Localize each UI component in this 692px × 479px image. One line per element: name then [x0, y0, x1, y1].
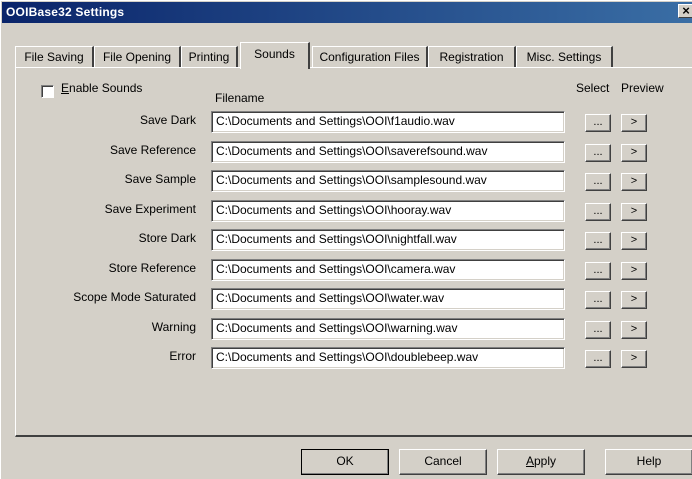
select-button-save-reference[interactable]: ...: [585, 144, 611, 162]
label-save-experiment: Save Experiment: [104, 202, 196, 216]
apply-button[interactable]: Apply: [497, 449, 585, 475]
filename-field-scope-mode-saturated[interactable]: C:\Documents and Settings\OOI\water.wav: [211, 288, 565, 310]
filename-field-store-dark[interactable]: C:\Documents and Settings\OOI\nightfall.…: [211, 229, 565, 251]
tab-sounds[interactable]: Sounds: [240, 42, 310, 69]
tab-printing[interactable]: Printing: [181, 46, 238, 67]
preview-button-save-experiment[interactable]: >: [621, 203, 647, 221]
tab-file-opening[interactable]: File Opening: [94, 46, 181, 67]
select-button-error[interactable]: ...: [585, 350, 611, 368]
preview-button-error[interactable]: >: [621, 350, 647, 368]
label-save-dark: Save Dark: [139, 113, 196, 127]
select-button-save-experiment[interactable]: ...: [585, 203, 611, 221]
select-button-store-dark[interactable]: ...: [585, 232, 611, 250]
filename-field-save-sample[interactable]: C:\Documents and Settings\OOI\samplesoun…: [211, 170, 565, 192]
select-button-warning[interactable]: ...: [585, 321, 611, 339]
select-button-save-sample[interactable]: ...: [585, 173, 611, 191]
filename-field-warning[interactable]: C:\Documents and Settings\OOI\warning.wa…: [211, 318, 565, 340]
label-scope-mode-saturated: Scope Mode Saturated: [73, 290, 196, 304]
close-icon: ×: [682, 3, 690, 18]
select-button-save-dark[interactable]: ...: [585, 114, 611, 132]
label-save-sample: Save Sample: [124, 172, 196, 186]
preview-button-save-sample[interactable]: >: [621, 173, 647, 191]
filename-field-save-reference[interactable]: C:\Documents and Settings\OOI\saverefsou…: [211, 141, 565, 163]
select-button-scope-mode-saturated[interactable]: ...: [585, 291, 611, 309]
cancel-button[interactable]: Cancel: [399, 449, 487, 475]
filename-field-store-reference[interactable]: C:\Documents and Settings\OOI\camera.wav: [211, 259, 565, 281]
label-error: Error: [169, 349, 196, 363]
ok-button[interactable]: OK: [301, 449, 389, 475]
label-store-dark: Store Dark: [138, 231, 196, 245]
tab-registration[interactable]: Registration: [428, 46, 516, 67]
preview-button-save-reference[interactable]: >: [621, 144, 647, 162]
select-header: Select: [576, 81, 610, 95]
select-button-store-reference[interactable]: ...: [585, 262, 611, 280]
filename-header: Filename: [215, 91, 265, 105]
window-title: OOIBase32 Settings: [6, 5, 125, 19]
preview-header: Preview: [621, 81, 664, 95]
preview-button-warning[interactable]: >: [621, 321, 647, 339]
tab-misc-settings[interactable]: Misc. Settings: [516, 46, 613, 67]
label-warning: Warning: [151, 320, 196, 334]
preview-button-store-dark[interactable]: >: [621, 232, 647, 250]
help-button[interactable]: Help: [605, 449, 692, 475]
tab-configuration-files[interactable]: Configuration Files: [312, 46, 428, 67]
preview-button-scope-mode-saturated[interactable]: >: [621, 291, 647, 309]
filename-field-save-dark[interactable]: C:\Documents and Settings\OOI\f1audio.wa…: [211, 111, 565, 133]
label-save-reference: Save Reference: [109, 143, 196, 157]
enable-sounds-checkbox[interactable]: [41, 85, 54, 98]
close-button[interactable]: ×: [678, 4, 692, 18]
preview-button-store-reference[interactable]: >: [621, 262, 647, 280]
filename-field-error[interactable]: C:\Documents and Settings\OOI\doublebeep…: [211, 347, 565, 369]
label-store-reference: Store Reference: [108, 261, 196, 275]
settings-dialog: OOIBase32 Settings × File Saving File Op…: [0, 0, 692, 479]
filename-field-save-experiment[interactable]: C:\Documents and Settings\OOI\hooray.wav: [211, 200, 565, 222]
preview-button-save-dark[interactable]: >: [621, 114, 647, 132]
enable-sounds-label[interactable]: Enable Sounds: [61, 81, 142, 95]
tab-file-saving[interactable]: File Saving: [15, 46, 94, 67]
title-bar[interactable]: OOIBase32 Settings ×: [2, 2, 692, 23]
